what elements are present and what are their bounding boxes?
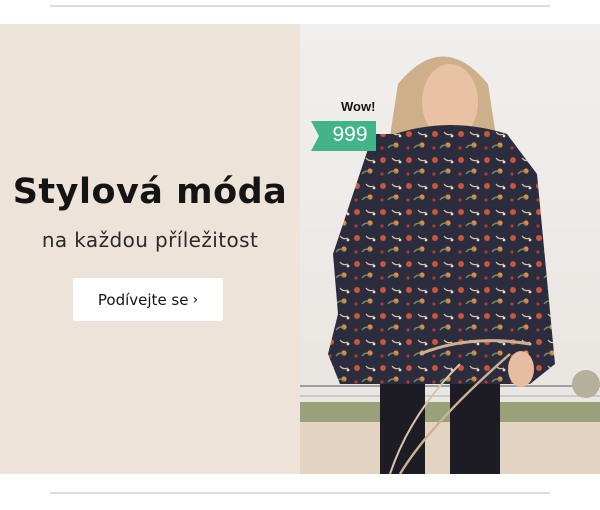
bottom-divider bbox=[50, 492, 550, 494]
promo-banner[interactable]: Stylová móda na každou příležitost Podív… bbox=[0, 24, 600, 474]
model-photo[interactable] bbox=[300, 24, 600, 474]
view-collection-button[interactable]: Podívejte se › bbox=[73, 278, 223, 321]
top-divider bbox=[50, 5, 550, 7]
price-value: 999 bbox=[332, 123, 368, 146]
cta-label: Podívejte se bbox=[97, 290, 189, 309]
banner-text-panel: Stylová móda na každou příležitost bbox=[0, 24, 300, 474]
price-badge: 999 bbox=[311, 121, 376, 151]
wow-label: Wow! bbox=[341, 99, 376, 114]
banner-headline: Stylová móda bbox=[12, 172, 288, 212]
chevron-right-icon: › bbox=[192, 291, 199, 308]
banner-subline: na každou příležitost bbox=[41, 228, 259, 252]
